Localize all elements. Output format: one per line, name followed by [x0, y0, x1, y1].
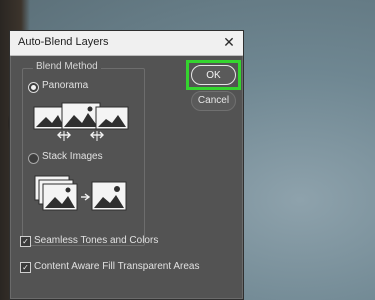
- cancel-button[interactable]: Cancel: [191, 91, 236, 111]
- content-aware-fill-label[interactable]: Content Aware Fill Transparent Areas: [34, 261, 199, 272]
- dialog-title: Auto-Blend Layers: [18, 36, 109, 48]
- panorama-preview-icon: [33, 102, 129, 141]
- panorama-radio[interactable]: [28, 82, 39, 93]
- blend-method-label: Blend Method: [33, 61, 101, 72]
- stack-images-label[interactable]: Stack Images: [42, 151, 103, 162]
- stack-images-radio[interactable]: [28, 153, 39, 164]
- close-icon[interactable]: ✕: [221, 34, 237, 50]
- seamless-tones-label[interactable]: Seamless Tones and Colors: [34, 235, 158, 246]
- seamless-tones-checkbox[interactable]: ✓: [20, 236, 31, 247]
- ok-button[interactable]: OK: [191, 65, 236, 85]
- panorama-label[interactable]: Panorama: [42, 80, 88, 91]
- stack-images-preview-icon: [34, 175, 127, 211]
- title-bar[interactable]: Auto-Blend Layers ✕: [10, 31, 243, 56]
- content-aware-fill-checkbox[interactable]: ✓: [20, 262, 31, 273]
